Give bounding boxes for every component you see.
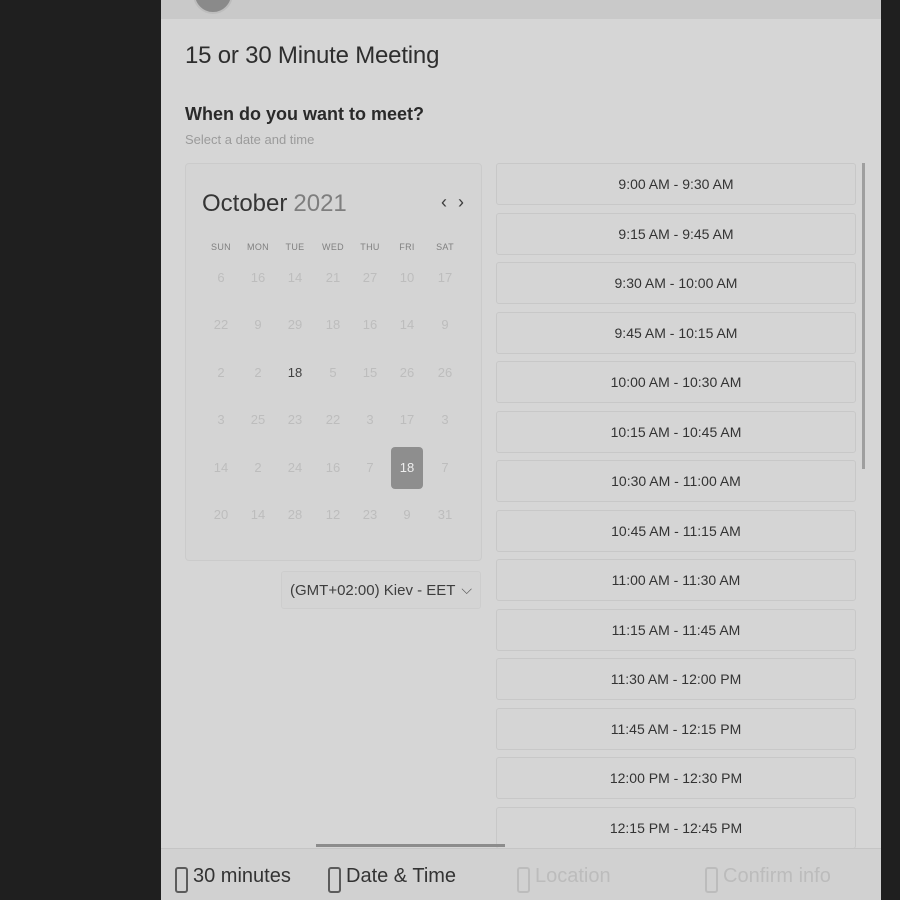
weekday-label: SUN — [211, 242, 231, 252]
time-slot-button[interactable]: 11:30 AM - 12:00 PM — [496, 658, 856, 700]
avatar — [193, 0, 233, 14]
step-label: Confirm info — [723, 865, 831, 887]
calendar-header: October 2021 — [202, 190, 347, 218]
calendar-day[interactable]: 3 — [354, 399, 386, 441]
time-slot-list: 9:00 AM - 9:30 AM 9:15 AM - 9:45 AM 9:30 A… — [496, 163, 856, 853]
calendar-day[interactable]: 10 — [391, 257, 423, 299]
calendar-day[interactable]: 9 — [429, 304, 461, 346]
time-slot-button[interactable]: 9:15 AM - 9:45 AM — [496, 212, 856, 255]
calendar-day[interactable]: 16 — [242, 257, 274, 299]
step-progress-bar: 30 minutes Date & Time Location Confirm inf… — [161, 844, 881, 900]
step-label: Location — [535, 865, 611, 887]
calendar-day[interactable]: 26 — [429, 352, 461, 394]
calendar-day[interactable]: 3 — [429, 399, 461, 441]
calendar-day[interactable]: 12 — [317, 494, 349, 536]
calendar-day[interactable]: 14 — [242, 494, 274, 536]
calendar-day[interactable]: 2 — [242, 447, 274, 489]
calendar-day[interactable]: 28 — [279, 494, 311, 536]
time-slot-button[interactable]: 11:00 AM - 11:30 AM — [496, 559, 856, 601]
calendar-day[interactable]: 7 — [354, 447, 386, 489]
calendar-day[interactable]: 23 — [279, 399, 311, 441]
step-label: Date & Time — [346, 865, 457, 887]
booking-panel: 15 or 30 Minute Meeting When do you want… — [161, 0, 881, 900]
calendar-day-selected[interactable]: 18 — [391, 447, 423, 489]
calendar-day[interactable]: 18 — [279, 352, 311, 394]
calendar-day[interactable]: 18 — [317, 304, 349, 346]
calendar-day[interactable]: 23 — [354, 494, 386, 536]
calendar: October 2021 ‹ › SUN MON TUE WED THU FRI SAT 61… — [185, 163, 482, 561]
calendar-day[interactable]: 6 — [205, 257, 237, 299]
step-label: 30 minutes — [193, 865, 291, 887]
calendar-day[interactable]: 9 — [242, 304, 274, 346]
timezone-select[interactable]: (GMT+02:00) Kiev - EET ⌵ — [281, 571, 481, 609]
calendar-icon — [328, 867, 341, 893]
calendar-day[interactable]: 24 — [279, 447, 311, 489]
calendar-day[interactable]: 22 — [205, 304, 237, 346]
calendar-day[interactable]: 16 — [317, 447, 349, 489]
calendar-month: October — [202, 190, 288, 217]
calendar-day[interactable]: 15 — [354, 352, 386, 394]
calendar-day[interactable]: 9 — [391, 494, 423, 536]
calendar-day[interactable]: 20 — [205, 494, 237, 536]
chevron-down-icon: ⌵ — [461, 581, 472, 597]
info-icon — [705, 867, 718, 893]
weekday-label: WED — [322, 242, 344, 252]
calendar-day[interactable]: 31 — [429, 494, 461, 536]
weekday-label: FRI — [399, 242, 415, 252]
clock-icon — [175, 867, 188, 893]
time-slot-button[interactable]: 10:15 AM - 10:45 AM — [496, 410, 856, 453]
calendar-day[interactable]: 22 — [317, 399, 349, 441]
calendar-day[interactable]: 5 — [317, 352, 349, 394]
calendar-day[interactable]: 3 — [205, 399, 237, 441]
calendar-day[interactable]: 7 — [429, 447, 461, 489]
calendar-day[interactable]: 2 — [242, 352, 274, 394]
page-title: 15 or 30 Minute Meeting — [185, 42, 440, 69]
time-slot-button[interactable]: 9:45 AM - 10:15 AM — [496, 311, 856, 354]
chevron-right-icon[interactable]: › — [458, 192, 464, 213]
time-slot-button[interactable]: 12:15 PM - 12:45 PM — [496, 806, 856, 849]
calendar-day[interactable]: 25 — [242, 399, 274, 441]
weekday-label: MON — [247, 242, 269, 252]
location-icon — [517, 867, 530, 893]
calendar-day[interactable]: 29 — [279, 304, 311, 346]
chevron-left-icon[interactable]: ‹ — [441, 192, 447, 213]
calendar-day[interactable]: 14 — [391, 304, 423, 346]
top-bar — [161, 0, 881, 19]
calendar-day[interactable]: 17 — [391, 399, 423, 441]
time-slot-button[interactable]: 10:45 AM - 11:15 AM — [496, 509, 856, 552]
timezone-label: (GMT+02:00) Kiev - EET — [290, 582, 456, 599]
time-slot-button[interactable]: 11:45 AM - 12:15 PM — [496, 707, 856, 750]
calendar-year: 2021 — [293, 190, 347, 217]
calendar-day[interactable]: 14 — [279, 257, 311, 299]
section-heading: When do you want to meet? — [185, 104, 424, 124]
section-subtitle: Select a date and time — [185, 132, 315, 147]
calendar-day[interactable]: 27 — [354, 257, 386, 299]
calendar-day[interactable]: 14 — [205, 447, 237, 489]
time-slot-button[interactable]: 9:30 AM - 10:00 AM — [496, 262, 856, 304]
progress-indicator — [316, 844, 505, 847]
calendar-day[interactable]: 16 — [354, 304, 386, 346]
calendar-day[interactable]: 2 — [205, 352, 237, 394]
time-slot-button[interactable]: 10:00 AM - 10:30 AM — [496, 361, 856, 403]
calendar-day[interactable]: 21 — [317, 257, 349, 299]
time-slot-button[interactable]: 11:15 AM - 11:45 AM — [496, 608, 856, 651]
calendar-day[interactable]: 26 — [391, 352, 423, 394]
scrollbar[interactable] — [862, 163, 865, 469]
time-slot-button[interactable]: 12:00 PM - 12:30 PM — [496, 757, 856, 799]
calendar-day[interactable]: 17 — [429, 257, 461, 299]
time-slot-button[interactable]: 10:30 AM - 11:00 AM — [496, 460, 856, 502]
weekday-label: SAT — [436, 242, 454, 252]
time-slot-button[interactable]: 9:00 AM - 9:30 AM — [496, 163, 856, 205]
weekday-label: TUE — [285, 242, 305, 252]
weekday-label: THU — [360, 242, 380, 252]
